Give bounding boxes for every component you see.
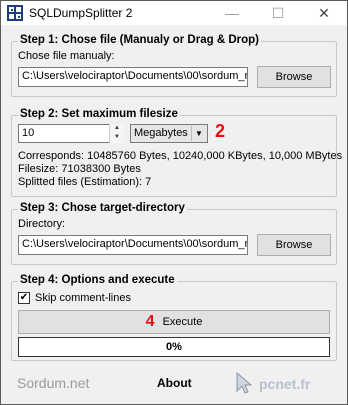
execute-button[interactable]: 4 Execute xyxy=(18,310,330,334)
filesize-text: Filesize: 71038300 Bytes xyxy=(18,163,141,175)
spin-up-icon[interactable]: ▲ xyxy=(110,124,124,133)
step2-marker: 2 xyxy=(215,121,226,141)
app-icon xyxy=(7,5,23,21)
step4-title: Step 4: Options and execute xyxy=(18,274,177,286)
pcnet-text: pcnet.fr xyxy=(259,376,311,392)
step4-marker: 4 xyxy=(145,313,155,330)
pcnet-logo[interactable]: pcnet.fr xyxy=(235,369,341,397)
step1-label: Chose file manualy: xyxy=(18,50,115,62)
progress-text: 0% xyxy=(166,341,182,353)
step3-title: Step 3: Chose target-directory xyxy=(18,202,187,214)
maximize-button[interactable]: ☐ xyxy=(255,1,301,25)
step3-group: Step 3: Chose target-directory Directory… xyxy=(11,202,337,265)
step4-group: Step 4: Options and execute ✔ Skip comme… xyxy=(11,274,337,361)
close-button[interactable]: ✕ xyxy=(301,1,347,25)
step3-label: Directory: xyxy=(18,218,66,230)
corresponds-text: Corresponds: 10485760 Bytes, 10240,000 K… xyxy=(18,150,343,162)
unit-select[interactable]: Megabytes ▼ xyxy=(130,124,208,143)
about-button[interactable]: About xyxy=(157,376,192,390)
app-window: SQLDumpSplitter 2 — ☐ ✕ Step 1: Chose fi… xyxy=(0,0,348,405)
browse-directory-button[interactable]: Browse xyxy=(257,234,331,256)
sordum-link[interactable]: Sordum.net xyxy=(17,375,89,391)
title-bar[interactable]: SQLDumpSplitter 2 — ☐ ✕ xyxy=(1,1,347,25)
skip-comments-checkbox[interactable]: ✔ xyxy=(18,292,30,304)
unit-selected-value: Megabytes xyxy=(134,127,188,139)
chevron-down-icon[interactable]: ▼ xyxy=(191,126,206,141)
step1-group: Step 1: Chose file (Manualy or Drag & Dr… xyxy=(11,34,337,97)
minimize-button[interactable]: — xyxy=(209,1,255,25)
skip-comments-label[interactable]: Skip comment-lines xyxy=(35,292,131,304)
target-directory-input[interactable]: C:\Users\velociraptor\Documents\00\sordu… xyxy=(18,235,248,255)
step2-group: Step 2: Set maximum filesize 10 ▲ ▼ Mega… xyxy=(11,108,342,197)
window-title: SQLDumpSplitter 2 xyxy=(29,6,133,20)
spin-down-icon[interactable]: ▼ xyxy=(110,133,124,142)
browse-file-button[interactable]: Browse xyxy=(257,66,331,88)
source-file-input[interactable]: C:\Users\velociraptor\Documents\00\sordu… xyxy=(18,67,248,87)
splitted-files-text: Splitted files (Estimation): 7 xyxy=(18,176,152,188)
check-icon: ✔ xyxy=(19,292,29,303)
step1-title: Step 1: Chose file (Manualy or Drag & Dr… xyxy=(18,34,261,46)
step2-title: Step 2: Set maximum filesize xyxy=(18,108,180,120)
execute-label: Execute xyxy=(162,316,203,328)
progress-bar: 0% xyxy=(18,337,330,357)
filesize-stepper[interactable]: ▲ ▼ xyxy=(109,124,124,143)
max-filesize-value: 10 xyxy=(22,127,35,139)
